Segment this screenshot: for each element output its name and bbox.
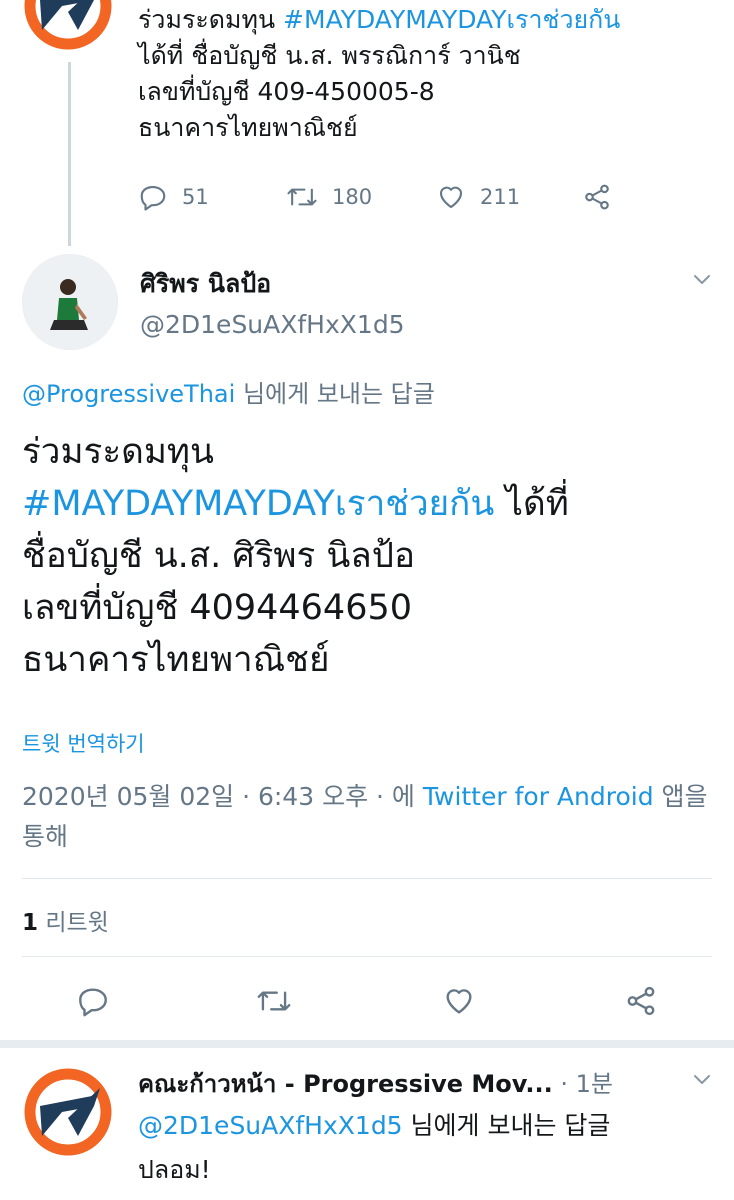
chevron-down-icon [694, 1075, 710, 1084]
prev-text-line4: ธนาคารไทยพาณิชย์ [138, 113, 358, 142]
divider-bottom [22, 956, 712, 957]
reply-to-handle-link-2[interactable]: @2D1eSuAXfHxX1d5 [138, 1111, 403, 1140]
tweet-text-line3: ชื่อบัญชี น.ส. ศิริพร นิลป้อ [22, 536, 415, 576]
reply-reply-context: @2D1eSuAXfHxX1d5 님에게 보내는 답글 [138, 1106, 610, 1142]
prev-reply-button[interactable]: 51 [138, 182, 209, 212]
reply-to-label-2: 님에게 보내는 답글 [402, 1111, 611, 1140]
prev-text-line3: เลขที่บัญชี 409-450005-8 [138, 77, 435, 106]
section-separator [0, 1040, 734, 1048]
retweet-stat-count: 1 [22, 910, 39, 936]
reply-to-handle-link[interactable]: @ProgressiveThai [22, 380, 235, 408]
tweet-options-button[interactable] [690, 270, 714, 292]
tweet-timestamp: 2020년 05월 02일 · 6:43 오후 · 에 Twitter for … [22, 777, 712, 857]
progressive-logo-icon [24, 0, 112, 50]
source-app-link[interactable]: Twitter for Android [423, 782, 654, 811]
retweet-stat-label: 리트윗 [38, 910, 109, 936]
reply-icon [140, 185, 166, 211]
user-handle[interactable]: @2D1eSuAXfHxX1d5 [140, 310, 405, 339]
reply-options-button[interactable] [690, 1070, 714, 1092]
tweet-text-line2-tail: ได้ที่ [494, 484, 569, 524]
progressive-logo-avatar[interactable] [22, 0, 114, 52]
display-name[interactable]: ศิริพร นิลป้อ [140, 264, 271, 304]
prev-text-line2: ได้ที่ ชื่อบัญชี น.ส. พรรณิการ์ วานิช [138, 41, 521, 70]
heart-icon [446, 989, 472, 1014]
share-button[interactable] [624, 984, 658, 1018]
prev-reply-count: 51 [182, 185, 209, 209]
prev-like-button[interactable]: 211 [436, 182, 520, 212]
tweet-hashtag-link[interactable]: #MAYDAYMAYDAYเราช่วยกัน [22, 484, 494, 524]
prev-like-count: 211 [480, 185, 521, 209]
reply-tweet-text: ปลอม! [138, 1155, 211, 1184]
reply-button[interactable] [76, 984, 110, 1018]
share-icon [585, 184, 609, 210]
retweet-icon [287, 188, 317, 206]
user-photo-icon [22, 254, 118, 350]
prev-retweet-button[interactable]: 180 [286, 182, 372, 212]
reply-author-name[interactable]: คณะก้าวหน้า - Progressive Mov... [138, 1070, 553, 1098]
prev-hashtag-link[interactable]: #MAYDAYMAYDAYเราช่วยกัน [283, 5, 620, 34]
chevron-down-icon [694, 275, 710, 284]
tweet-body: ร่วมระดมทุน #MAYDAYMAYDAYเราช่วยกัน ได้ท… [22, 426, 727, 686]
reply-header: คณะก้าวหน้า - Progressive Mov... · 1분 [138, 1064, 613, 1103]
heart-icon [439, 186, 463, 209]
retweet-stats[interactable]: 1 리트윗 [22, 903, 109, 937]
like-button[interactable] [442, 984, 476, 1018]
retweet-icon [257, 991, 291, 1011]
user-avatar[interactable] [22, 254, 118, 350]
retweet-button[interactable] [256, 984, 292, 1018]
prev-share-button[interactable] [582, 182, 612, 212]
tweet-text-line4: เลขที่บัญชี 4094464650 [22, 588, 413, 628]
reply-to-label: 님에게 보내는 답글 [235, 380, 435, 408]
tweet-text-line5: ธนาคารไทยพาณิชย์ [22, 640, 330, 680]
thread-connector-line [68, 62, 71, 246]
divider-top [22, 878, 712, 879]
reply-context: @ProgressiveThai 님에게 보내는 답글 [22, 374, 435, 409]
tweet-text-line1: ร่วมระดมทุน [22, 432, 214, 472]
prev-text-prefix: ร่วมระดมทุน [138, 5, 284, 34]
prev-retweet-count: 180 [332, 185, 373, 209]
reply-author-avatar[interactable] [22, 1066, 114, 1158]
reply-icon [79, 988, 107, 1017]
share-icon [627, 986, 655, 1016]
translate-tweet-link[interactable]: 트윗 번역하기 [22, 728, 145, 758]
prev-tweet-text: ร่วมระดมทุน #MAYDAYMAYDAYเราช่วยกัน ได้ท… [138, 2, 728, 146]
timestamp-text: 2020년 05월 02일 · 6:43 오후 · 에 [22, 782, 423, 811]
progressive-logo-icon [24, 1068, 112, 1156]
reply-time: · 1분 [552, 1070, 614, 1098]
